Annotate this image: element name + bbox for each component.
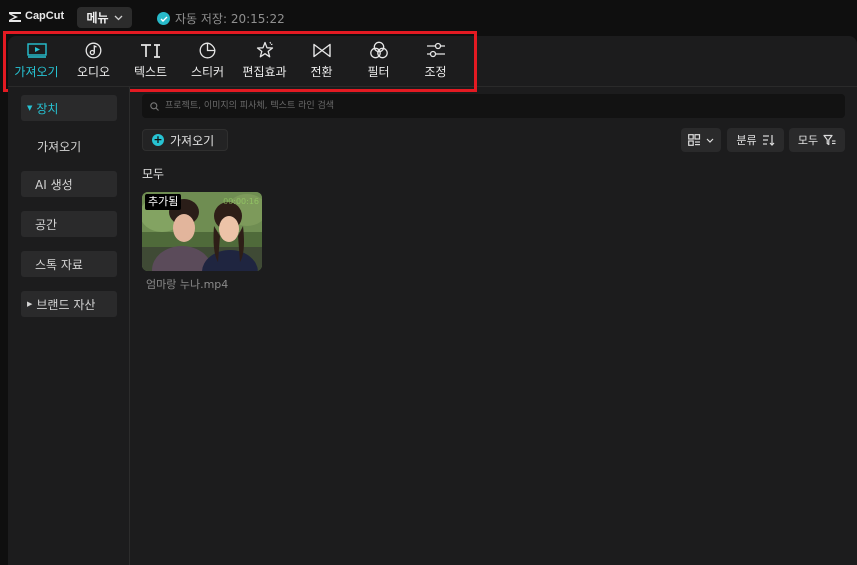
autosave-status: 자동 저장: 20:15:22	[157, 10, 285, 27]
search-input[interactable]	[163, 100, 827, 112]
autosave-text: 자동 저장: 20:15:22	[175, 12, 285, 26]
chevron-down-icon	[706, 138, 714, 143]
chevron-down-icon	[114, 15, 123, 20]
caret-right-icon: ▶	[27, 300, 33, 308]
sidebar-item-device[interactable]: ▼ 장치	[21, 95, 117, 121]
sort-button[interactable]: 분류	[727, 128, 784, 152]
sidebar-item-label: AI 생성	[35, 177, 73, 192]
filter-funnel-icon	[823, 134, 836, 146]
sidebar-item-label: 가져오기	[37, 139, 82, 154]
menu-label: 메뉴	[86, 11, 109, 25]
logo-text: CapCut	[25, 10, 65, 22]
caret-down-icon: ▼	[27, 104, 33, 112]
capcut-logo-icon	[9, 11, 21, 22]
sort-icon	[762, 135, 775, 146]
media-thumbnail[interactable]: 추가됨 00:00:16	[142, 192, 262, 271]
section-title: 모두	[142, 167, 165, 181]
sidebar-item-space[interactable]: 공간	[21, 211, 117, 237]
search-box	[142, 94, 845, 118]
sidebar-item-brand-assets[interactable]: ▶ 브랜드 자산	[21, 291, 117, 317]
capcut-logo: CapCut	[8, 10, 64, 22]
sidebar: ▼ 장치 가져오기 AI 생성 공간 스톡 자료 ▶ 브랜드 자산	[8, 87, 130, 565]
sidebar-item-ai-generate[interactable]: AI 생성	[21, 171, 117, 197]
sidebar-item-import[interactable]: 가져오기	[21, 133, 117, 159]
import-button[interactable]: + 가져오기	[142, 129, 228, 151]
filter-button[interactable]: 모두	[789, 128, 845, 152]
sidebar-item-stock[interactable]: 스톡 자료	[21, 251, 117, 277]
media-filename: 엄마랑 누나.mp4	[146, 278, 229, 291]
filter-label: 모두	[797, 134, 819, 147]
grid-view-icon	[688, 134, 701, 146]
sort-label: 분류	[736, 134, 757, 147]
view-mode-button[interactable]	[681, 128, 721, 152]
added-badge: 추가됨	[145, 194, 182, 210]
sidebar-item-label: 스톡 자료	[35, 257, 83, 272]
sidebar-item-label: 브랜드 자산	[36, 297, 96, 312]
sidebar-item-label: 장치	[36, 101, 59, 116]
sidebar-item-label: 공간	[35, 217, 58, 232]
plus-icon: +	[152, 133, 164, 146]
tab-highlight-box	[3, 31, 477, 92]
menu-button[interactable]: 메뉴	[77, 7, 132, 28]
search-icon	[150, 101, 159, 111]
import-label: 가져오기	[170, 133, 215, 148]
check-circle-icon	[157, 12, 170, 25]
duration-label: 00:00:16	[223, 197, 259, 206]
